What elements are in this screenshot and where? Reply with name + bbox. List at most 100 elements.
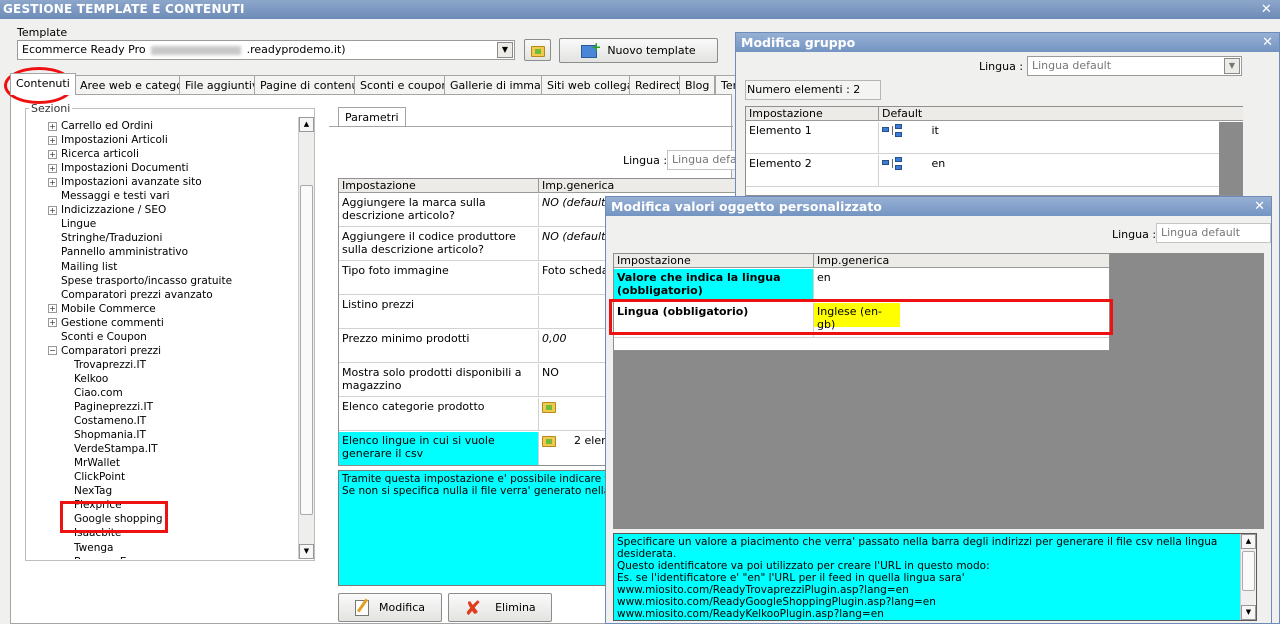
- scroll-up-icon[interactable]: ▲: [299, 117, 314, 132]
- tree-item-label: Sconti e Coupon: [61, 330, 147, 343]
- tree-item[interactable]: Mailing list: [48, 260, 117, 274]
- folder-icon[interactable]: [542, 401, 556, 413]
- element-count: Numero elementi : 2: [745, 80, 881, 100]
- custom-row-value[interactable]: en: [814, 269, 1109, 301]
- scroll-down-icon[interactable]: ▼: [299, 544, 314, 559]
- sections-tree[interactable]: + Carrello ed Ordini + Impostazioni Articol…: [30, 117, 300, 559]
- tab-sconti-coupon[interactable]: Sconti e coupon: [354, 75, 455, 95]
- tree-item-label: MrWallet: [74, 457, 120, 470]
- tree-item[interactable]: Lingue: [48, 217, 96, 231]
- custom-dialog-title: Modifica valori oggetto personalizzato: [611, 199, 882, 214]
- scroll-thumb[interactable]: [1242, 551, 1255, 591]
- table-row[interactable]: Elemento 2 en: [746, 155, 1219, 187]
- params-row-value-text: NO (default): [542, 196, 610, 209]
- blurred-text: [151, 45, 242, 55]
- custom-grid-header: Impostazione Imp.generica: [614, 254, 1109, 268]
- expand-icon[interactable]: +: [48, 177, 57, 187]
- group-dialog-title-bar: Modifica gruppo ✕: [736, 33, 1279, 52]
- table-row[interactable]: Elemento 1 it: [746, 122, 1219, 154]
- tree-item[interactable]: + Ricerca articoli: [48, 147, 139, 161]
- scroll-up-icon[interactable]: ▲: [1241, 534, 1256, 549]
- expand-icon[interactable]: +: [48, 205, 57, 215]
- tree-structure-icon: [882, 157, 904, 171]
- tree-item[interactable]: Pannello amministrativo: [48, 245, 188, 259]
- tree-item[interactable]: Pagineprezzi.IT: [74, 400, 153, 414]
- custom-description-line: www.miosito.com/ReadyTrovaprezziPlugin.a…: [617, 584, 909, 596]
- tab-parametri[interactable]: Parametri: [338, 107, 406, 127]
- tree-item[interactable]: Spese trasporto/incasso gratuite: [48, 274, 232, 288]
- tree-item[interactable]: Comparatori prezzi avanzato: [48, 288, 213, 302]
- tab-blog[interactable]: Blog: [679, 75, 716, 95]
- tree-item[interactable]: Kelkoo: [74, 372, 108, 386]
- params-row-value-text: NO: [542, 366, 559, 379]
- delete-button[interactable]: ✘ Elimina: [448, 593, 552, 622]
- chevron-down-icon[interactable]: ▼: [1224, 58, 1240, 74]
- tree-item[interactable]: NexTag: [74, 484, 112, 498]
- tree-structure-icon: [882, 124, 904, 138]
- tab-redirect[interactable]: Redirect: [629, 75, 687, 95]
- expand-icon[interactable]: +: [48, 149, 57, 159]
- tree-item[interactable]: + Indicizzazione / SEO: [48, 203, 166, 217]
- tree-item[interactable]: Stringhe/Traduzioni: [48, 231, 162, 245]
- tree-item-label: Impostazioni Documenti: [61, 162, 189, 175]
- tree-item[interactable]: + Gestione commenti: [48, 316, 164, 330]
- group-lingua-select[interactable]: Lingua default ▼: [1027, 56, 1242, 76]
- tree-item-label: Lingue: [61, 218, 97, 231]
- tree-item[interactable]: Messaggi e testi vari: [48, 189, 170, 203]
- tree-item[interactable]: Costameno.IT: [74, 414, 146, 428]
- folder-icon[interactable]: [542, 435, 556, 447]
- modify-label: Modifica: [379, 601, 425, 614]
- tree-item[interactable]: Twenga: [74, 541, 113, 555]
- params-lingua-select[interactable]: Lingua default: [667, 150, 737, 170]
- tree-item-label: Gestione commenti: [61, 316, 164, 329]
- tree-item[interactable]: + Mobile Commerce: [48, 302, 156, 316]
- tree-item[interactable]: Shopmania.IT: [74, 428, 146, 442]
- custom-description-line: Questo identificatore va poi utilizzato …: [617, 560, 990, 572]
- scroll-down-icon[interactable]: ▼: [1241, 605, 1256, 620]
- highlight-lingua-row: [609, 299, 1113, 335]
- tree-item[interactable]: + Impostazioni Documenti: [48, 161, 189, 175]
- window-title-bar: GESTIONE TEMPLATE E CONTENUTI ✕: [0, 0, 1280, 19]
- expand-icon[interactable]: +: [48, 135, 57, 145]
- custom-dialog-close-icon[interactable]: ✕: [1254, 197, 1265, 216]
- edit-icon: [355, 598, 369, 616]
- expand-icon[interactable]: +: [48, 121, 57, 131]
- template-select[interactable]: Ecommerce Ready Pro .readyprodemo.it) ▼: [17, 40, 515, 60]
- params-row-value-text: NO (default): [542, 230, 610, 243]
- modify-button[interactable]: Modifica: [338, 593, 442, 622]
- col-impostazione: Impostazione: [746, 107, 879, 121]
- custom-lingua-select[interactable]: Lingua default: [1156, 223, 1271, 243]
- tree-item[interactable]: − Comparatori prezzi: [48, 344, 161, 358]
- table-row[interactable]: Valore che indica la lingua (obbligatori…: [614, 269, 1109, 302]
- tab-contenuti[interactable]: Contenuti: [10, 73, 76, 95]
- custom-lingua-label: Lingua :: [1112, 228, 1157, 241]
- collapse-icon[interactable]: −: [48, 346, 57, 356]
- tree-scrollbar[interactable]: ▲ ▼: [298, 117, 314, 559]
- tree-item-label: Comparatori prezzi avanzato: [61, 288, 213, 301]
- tree-item[interactable]: MrWallet: [74, 456, 120, 470]
- params-row-setting: Prezzo minimo prodotti: [339, 330, 539, 362]
- window-close-icon[interactable]: ✕: [1261, 0, 1272, 19]
- group-dialog-close-icon[interactable]: ✕: [1262, 33, 1273, 52]
- expand-icon[interactable]: +: [48, 318, 57, 328]
- tree-item[interactable]: + Impostazioni avanzate sito: [48, 175, 202, 189]
- params-row-setting: Aggiungere la marca sulla descrizione ar…: [339, 194, 539, 226]
- new-template-button[interactable]: + Nuovo template: [559, 38, 718, 63]
- expand-icon[interactable]: +: [48, 163, 57, 173]
- params-grid-header: Impostazione Imp.generica: [339, 179, 735, 193]
- tree-item[interactable]: Become Europe: [74, 555, 157, 559]
- group-row-value-text: en: [931, 157, 946, 170]
- description-scrollbar[interactable]: ▲ ▼: [1240, 534, 1256, 620]
- expand-icon[interactable]: +: [48, 304, 57, 314]
- folder-icon: [530, 45, 545, 57]
- tree-item[interactable]: Ciao.com: [74, 386, 123, 400]
- open-folder-button[interactable]: [524, 39, 551, 61]
- tree-item[interactable]: VerdeStampa.IT: [74, 442, 157, 456]
- tree-item[interactable]: + Impostazioni Articoli: [48, 133, 168, 147]
- scroll-thumb[interactable]: [300, 185, 313, 515]
- tree-item[interactable]: + Carrello ed Ordini: [48, 119, 153, 133]
- chevron-down-icon[interactable]: ▼: [497, 42, 513, 58]
- tree-item[interactable]: Sconti e Coupon: [48, 330, 147, 344]
- tree-item[interactable]: Trovaprezzi.IT: [74, 358, 146, 372]
- tree-item[interactable]: ClickPoint: [74, 470, 125, 484]
